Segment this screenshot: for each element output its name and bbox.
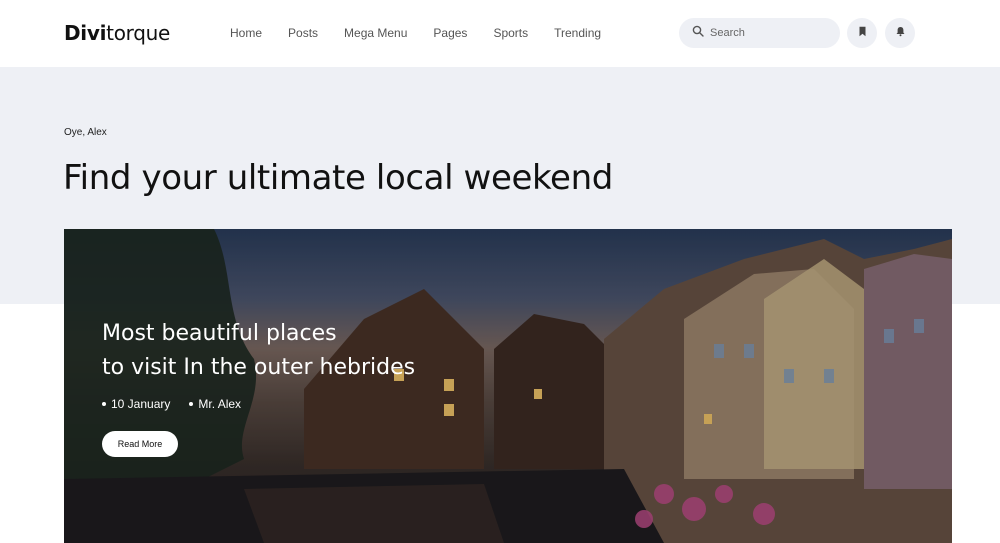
nav-item-pages[interactable]: Pages [433,25,467,41]
nav-item-sports[interactable]: Sports [493,25,528,41]
read-more-button[interactable]: Read More [102,431,178,457]
bullet-icon [189,402,194,406]
nav-item-trending[interactable]: Trending [554,25,601,41]
nav-item-home[interactable]: Home [230,25,262,41]
search-box[interactable] [679,18,840,48]
page-headline: Find your ultimate local weekend [63,158,613,198]
search-input[interactable] [710,27,830,39]
bell-icon [895,24,906,42]
bookmark-icon [857,24,868,42]
post-author[interactable]: Mr. Alex [189,397,241,411]
bookmark-button[interactable] [847,18,877,48]
logo-text-bold: Divi [64,21,107,45]
featured-post-card[interactable]: Most beautiful places to visit In the ou… [64,229,952,543]
greeting-text: Oye, Alex [64,127,107,138]
search-icon [692,24,704,42]
nav-item-mega-menu[interactable]: Mega Menu [344,25,407,41]
main-nav: Home Posts Mega Menu Pages Sports Trendi… [230,25,627,41]
bullet-icon [102,402,106,406]
site-header: Divitorque Home Posts Mega Menu Pages Sp… [0,0,1000,67]
featured-post-title[interactable]: Most beautiful places to visit In the ou… [102,317,415,385]
featured-post-image [64,229,952,543]
notifications-button[interactable] [885,18,915,48]
nav-item-posts[interactable]: Posts [288,25,318,41]
featured-post-title-line1: Most beautiful places [102,321,337,346]
featured-post-meta: 10 January Mr. Alex [102,397,241,411]
post-date-text: 10 January [111,397,171,411]
featured-post-title-line2: to visit In the outer hebrides [102,355,416,380]
site-logo[interactable]: Divitorque [64,20,170,46]
post-author-text: Mr. Alex [198,397,242,411]
post-date: 10 January [102,397,170,411]
logo-text-light: torque [106,21,170,45]
